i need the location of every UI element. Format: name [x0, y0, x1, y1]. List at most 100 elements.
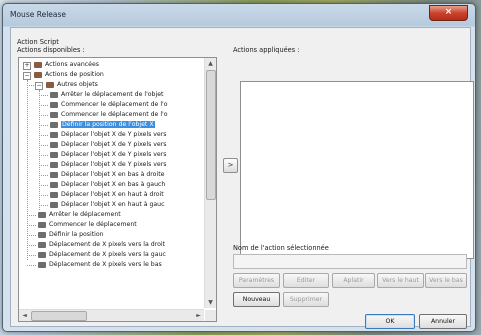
tree-item-label: Actions avancées	[45, 61, 99, 68]
tree-item-label: Commencer le déplacement de l'o	[61, 101, 168, 108]
move-up-button[interactable]: Vers le haut	[377, 273, 424, 288]
tree-action-item[interactable]: Commencer le déplacement	[49, 220, 137, 230]
script-action-icon	[38, 262, 46, 268]
add-action-button[interactable]: >	[223, 158, 238, 173]
tree-action-item[interactable]: Arrêter le déplacement	[49, 210, 121, 220]
tree-connector	[39, 175, 48, 176]
tree-action-item[interactable]: Déplacer l'objet X de Y pixels vers	[61, 130, 167, 140]
tree-connector	[27, 265, 36, 266]
tree-item-label: Déplacer l'objet X en bas à droite	[61, 171, 165, 178]
available-actions-tree[interactable]: + Actions avancées − Actions de position − Au…	[18, 57, 217, 322]
scroll-left-arrow-icon[interactable]: ◄	[19, 310, 30, 321]
new-button[interactable]: Nouveau	[233, 292, 280, 307]
scroll-right-arrow-icon[interactable]: ►	[193, 310, 204, 321]
flatten-button[interactable]: Aplatir	[332, 273, 375, 288]
tree-item-label: Déplacement de X pixels vers la droit	[49, 241, 166, 248]
close-button[interactable]: ×	[429, 5, 468, 21]
tree-action-item[interactable]: Définir la position	[49, 230, 104, 240]
collapse-icon[interactable]: −	[23, 72, 31, 80]
tree-connector	[39, 90, 40, 210]
script-action-icon	[50, 122, 58, 128]
expand-icon[interactable]: +	[23, 62, 31, 70]
tree-connector	[39, 195, 48, 196]
move-down-button[interactable]: Vers le bas	[425, 273, 467, 288]
edit-button[interactable]: Editer	[283, 273, 329, 288]
tree-item-label: Autres objets	[57, 81, 98, 88]
script-action-icon	[50, 152, 58, 158]
vertical-scroll-thumb[interactable]	[206, 70, 216, 200]
available-actions-label: Actions disponibles :	[17, 46, 85, 54]
script-action-icon	[50, 192, 58, 198]
tree-action-item[interactable]: Commencer le déplacement de l'o	[61, 100, 168, 110]
tree-item-label: Arrêter le déplacement de l'objet	[61, 91, 164, 98]
parameters-button[interactable]: Paramètres	[233, 273, 280, 288]
tree-action-item[interactable]: Déplacement de X pixels vers la gauc	[49, 250, 166, 260]
ok-button[interactable]: OK	[365, 314, 415, 329]
tree-connector	[27, 245, 36, 246]
tree-connector	[39, 145, 48, 146]
tree-connector	[39, 125, 48, 126]
tree-action-item[interactable]: Commencer le déplacement de l'o	[61, 110, 168, 120]
tree-item-label: Déplacer l'objet X de Y pixels vers	[61, 151, 167, 158]
tree-action-item[interactable]: Déplacer l'objet X de Y pixels vers	[61, 160, 167, 170]
script-action-icon	[38, 212, 46, 218]
delete-button[interactable]: Supprimer	[283, 292, 329, 307]
tree-action-item[interactable]: Déplacer l'objet X en bas à droite	[61, 170, 164, 180]
tree-connector	[39, 185, 48, 186]
scroll-up-arrow-icon[interactable]: ▲	[205, 58, 216, 69]
tree-action-item[interactable]: Arrêter le déplacement de l'objet	[61, 90, 163, 100]
script-action-icon	[38, 252, 46, 258]
close-icon: ×	[444, 7, 453, 17]
tree-group-item[interactable]: Actions de position	[45, 70, 104, 80]
tree-connector	[27, 80, 28, 260]
folder-icon	[46, 82, 54, 88]
tree-vertical-scrollbar[interactable]: ▲ ▼	[204, 58, 216, 308]
tree-action-item[interactable]: Déplacement de X pixels vers la droit	[49, 240, 165, 250]
tree-item-label: Commencer le déplacement de l'o	[61, 111, 168, 118]
tree-group-item[interactable]: Actions avancées	[45, 60, 99, 70]
tree-connector	[39, 95, 48, 96]
tree-action-item[interactable]: Déplacer l'objet X en haut à gauc	[61, 200, 165, 210]
script-action-icon	[50, 162, 58, 168]
group-label: Action Script	[17, 38, 59, 46]
dialog-window: Mouse Release × Action Script Actions di…	[2, 3, 476, 332]
tree-item-label: Déplacer l'objet X de Y pixels vers	[61, 131, 167, 138]
tree-group-item[interactable]: Autres objets	[57, 80, 98, 90]
selected-action-name-label: Nom de l'action sélectionnée	[233, 244, 329, 252]
collapse-icon[interactable]: −	[35, 82, 43, 90]
tree-horizontal-scrollbar[interactable]: ◄ ►	[19, 309, 204, 321]
script-action-icon	[38, 222, 46, 228]
tree-item-label: Déplacement de X pixels vers le bas	[49, 261, 162, 268]
dialog-body: Action Script Actions disponibles : Acti…	[10, 27, 474, 329]
tree-connector	[39, 205, 48, 206]
cancel-button[interactable]: Annuler	[419, 314, 467, 329]
script-action-icon	[50, 182, 58, 188]
horizontal-scroll-thumb[interactable]	[31, 311, 87, 321]
scroll-corner	[205, 310, 216, 321]
tree-item-label: Déplacer l'objet X de Y pixels vers	[61, 161, 167, 168]
script-action-icon	[38, 242, 46, 248]
selected-action-name-field[interactable]	[233, 254, 467, 269]
tree-item-label: Définir la position	[49, 231, 104, 238]
script-action-icon	[50, 112, 58, 118]
applied-actions-list[interactable]	[240, 81, 474, 259]
tree-connector	[39, 135, 48, 136]
tree-action-item[interactable]: Déplacer l'objet X de Y pixels vers	[61, 150, 167, 160]
tree-action-item[interactable]: Définir la position de l'objet X	[61, 120, 155, 130]
tree-connector	[39, 155, 48, 156]
tree-action-item[interactable]: Déplacement de X pixels vers le bas	[49, 260, 162, 270]
folder-icon	[34, 72, 42, 78]
tree-item-label: Actions de position	[45, 71, 104, 78]
tree-item-label: Déplacer l'objet X en bas à gauch	[61, 181, 166, 188]
tree-action-item[interactable]: Déplacer l'objet X de Y pixels vers	[61, 140, 167, 150]
tree-connector	[39, 165, 48, 166]
tree-connector	[27, 255, 36, 256]
tree-connector	[39, 105, 48, 106]
tree-viewport: + Actions avancées − Actions de position − Au…	[19, 58, 204, 308]
tree-action-item[interactable]: Déplacer l'objet X en haut à droit	[61, 190, 164, 200]
tree-item-label: Déplacer l'objet X en haut à gauc	[61, 201, 165, 208]
folder-icon	[34, 62, 42, 68]
scroll-down-arrow-icon[interactable]: ▼	[205, 297, 216, 308]
tree-connector	[27, 215, 36, 216]
tree-action-item[interactable]: Déplacer l'objet X en bas à gauch	[61, 180, 165, 190]
